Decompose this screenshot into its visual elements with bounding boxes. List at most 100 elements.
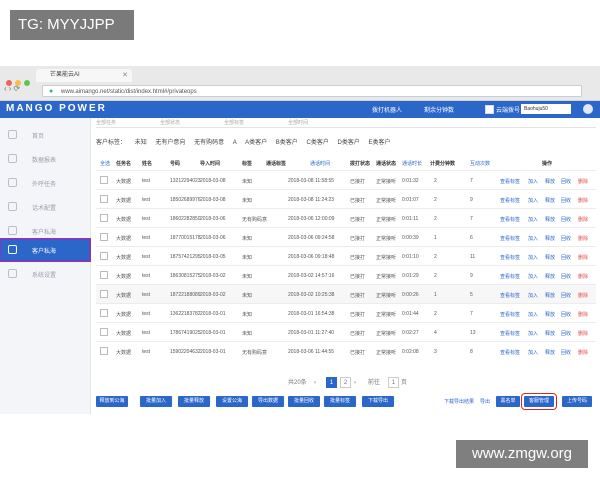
- row-action-link[interactable]: 加入: [528, 311, 538, 318]
- time-filter[interactable]: 全部时间: [288, 119, 308, 126]
- col-duration[interactable]: 通话时长: [402, 160, 422, 167]
- download-export-link[interactable]: 下载导出结果: [444, 398, 474, 405]
- row-action-link[interactable]: 删除: [578, 330, 588, 337]
- user-avatar[interactable]: [583, 104, 593, 114]
- sidebar-item-private-customers[interactable]: 客户私海: [0, 238, 91, 262]
- maximize-window-dot[interactable]: [24, 80, 30, 86]
- row-action-link[interactable]: 删除: [578, 349, 588, 356]
- tag-item[interactable]: D类客户: [338, 140, 360, 146]
- browser-tab[interactable]: 芒果能云AI ✕: [36, 69, 132, 82]
- pager-goto-input[interactable]: 1: [388, 377, 399, 388]
- sidebar-item-tasks[interactable]: 外呼任务: [0, 172, 90, 194]
- tag-item[interactable]: 未知: [135, 140, 147, 146]
- row-action-link[interactable]: 查看标签: [500, 197, 520, 204]
- cloud-dial-checkbox[interactable]: [485, 105, 494, 114]
- row-action-link[interactable]: 查看标签: [500, 235, 520, 242]
- status-filter[interactable]: 全部状态: [160, 119, 180, 126]
- row-action-link[interactable]: 查看标签: [500, 273, 520, 280]
- row-action-link[interactable]: 释放: [545, 197, 555, 204]
- tag-item[interactable]: E类客户: [369, 140, 391, 146]
- table-row[interactable]: 大数据 test 18757421295 2018-03-05 未知 2018-03-06…: [96, 246, 596, 266]
- tag-item[interactable]: 无有户意向: [155, 140, 185, 146]
- row-action-link[interactable]: 释放: [545, 273, 555, 280]
- browser-nav-icons[interactable]: ‹›⟳: [4, 84, 22, 93]
- row-action-link[interactable]: 加入: [528, 216, 538, 223]
- row-checkbox[interactable]: [100, 328, 108, 336]
- bulk-action-button[interactable]: 批量释放: [178, 396, 210, 407]
- table-row[interactable]: 大数据 test 17867419025 2018-03-01 未知 2018-03-01…: [96, 322, 596, 342]
- tag-item[interactable]: C类客户: [306, 140, 328, 146]
- sidebar-item-reports[interactable]: 数据报表: [0, 148, 90, 170]
- row-action-link[interactable]: 查看标签: [500, 311, 520, 318]
- pager-next[interactable]: ›: [354, 377, 356, 389]
- tag-filter[interactable]: 全部标签: [224, 119, 244, 126]
- row-action-link[interactable]: 回收: [561, 178, 571, 185]
- row-action-link[interactable]: 加入: [528, 197, 538, 204]
- row-action-link[interactable]: 回收: [561, 273, 571, 280]
- table-row[interactable]: 大数据 test 15902204632 2018-03-01 无有购码意 2018-03…: [96, 341, 596, 361]
- row-checkbox[interactable]: [100, 233, 108, 241]
- table-row[interactable]: 大数据 test 13622183782 2018-03-01 未知 2018-03-01…: [96, 303, 596, 323]
- bulk-action-button[interactable]: 批量加入: [140, 396, 172, 407]
- row-action-link[interactable]: 查看标签: [500, 292, 520, 299]
- tag-item[interactable]: 无有购码意: [194, 140, 224, 146]
- row-action-link[interactable]: 释放: [545, 292, 555, 299]
- row-action-link[interactable]: 回收: [561, 330, 571, 337]
- tag-item[interactable]: B类客户: [276, 140, 298, 146]
- row-action-link[interactable]: 释放: [545, 235, 555, 242]
- task-filter[interactable]: 全部任务: [96, 119, 116, 126]
- pager-page-1[interactable]: 1: [326, 377, 337, 388]
- row-action-link[interactable]: 加入: [528, 330, 538, 337]
- close-tab-icon[interactable]: ✕: [122, 69, 128, 82]
- tag-item[interactable]: A类客户: [245, 140, 267, 146]
- table-row[interactable]: 大数据 test 18602282850 2018-03-06 无有购码意 2018-03…: [96, 208, 596, 228]
- row-action-link[interactable]: 查看标签: [500, 349, 520, 356]
- table-row[interactable]: 大数据 test 18502689976 2018-03-08 未知 2018-03-08…: [96, 189, 596, 209]
- select-all[interactable]: 全选: [100, 160, 110, 167]
- pager-prev[interactable]: ‹: [314, 377, 316, 389]
- export-link[interactable]: 导出: [480, 398, 490, 405]
- row-checkbox[interactable]: [100, 271, 108, 279]
- row-action-link[interactable]: 释放: [545, 216, 555, 223]
- address-bar[interactable]: ● www.aimango.net/static/dist/index.html…: [42, 85, 582, 97]
- row-action-link[interactable]: 释放: [545, 178, 555, 185]
- sidebar-item-settings[interactable]: 系统设置: [0, 263, 90, 285]
- row-action-link[interactable]: 回收: [561, 349, 571, 356]
- row-action-link[interactable]: 查看标签: [500, 254, 520, 261]
- row-checkbox[interactable]: [100, 176, 108, 184]
- row-action-link[interactable]: 加入: [528, 254, 538, 261]
- row-action-link[interactable]: 回收: [561, 254, 571, 261]
- header-robot-link[interactable]: 拨打机器人: [372, 105, 402, 114]
- row-action-link[interactable]: 加入: [528, 178, 538, 185]
- row-action-link[interactable]: 加入: [528, 235, 538, 242]
- row-action-link[interactable]: 删除: [578, 311, 588, 318]
- header-minutes-link[interactable]: 剩余分钟数: [424, 105, 454, 114]
- bulk-action-button[interactable]: 批量标签: [324, 396, 356, 407]
- row-action-link[interactable]: 删除: [578, 254, 588, 261]
- row-checkbox[interactable]: [100, 309, 108, 317]
- bulk-action-button[interactable]: 设置公海: [216, 396, 248, 407]
- row-action-link[interactable]: 释放: [545, 254, 555, 261]
- row-action-link[interactable]: 删除: [578, 292, 588, 299]
- row-action-link[interactable]: 释放: [545, 330, 555, 337]
- row-action-link[interactable]: 删除: [578, 273, 588, 280]
- bulk-action-button[interactable]: 释放到公海: [96, 396, 128, 407]
- sidebar-item-scripts[interactable]: 话术配置: [0, 196, 90, 218]
- row-checkbox[interactable]: [100, 252, 108, 260]
- row-checkbox[interactable]: [100, 214, 108, 222]
- row-action-link[interactable]: 加入: [528, 292, 538, 299]
- bulk-action-button[interactable]: 导出数据: [252, 396, 284, 407]
- table-row[interactable]: 大数据 test 13212294023 2018-03-08 未知 2018-03-08…: [96, 170, 596, 190]
- tag-item[interactable]: A: [233, 140, 237, 146]
- table-row[interactable]: 大数据 test 18770015178 2018-03-06 未知 2018-03-06…: [96, 227, 596, 247]
- row-action-link[interactable]: 释放: [545, 311, 555, 318]
- row-checkbox[interactable]: [100, 195, 108, 203]
- row-action-link[interactable]: 回收: [561, 235, 571, 242]
- row-action-link[interactable]: 查看标签: [500, 330, 520, 337]
- bulk-action-button[interactable]: 批量回收: [288, 396, 320, 407]
- row-action-link[interactable]: 回收: [561, 292, 571, 299]
- col-call-time[interactable]: 通话时间: [310, 160, 330, 167]
- row-action-link[interactable]: 删除: [578, 197, 588, 204]
- bulk-action-button[interactable]: 下载导出: [362, 396, 394, 407]
- blacklist-button[interactable]: 黑名单: [496, 396, 520, 407]
